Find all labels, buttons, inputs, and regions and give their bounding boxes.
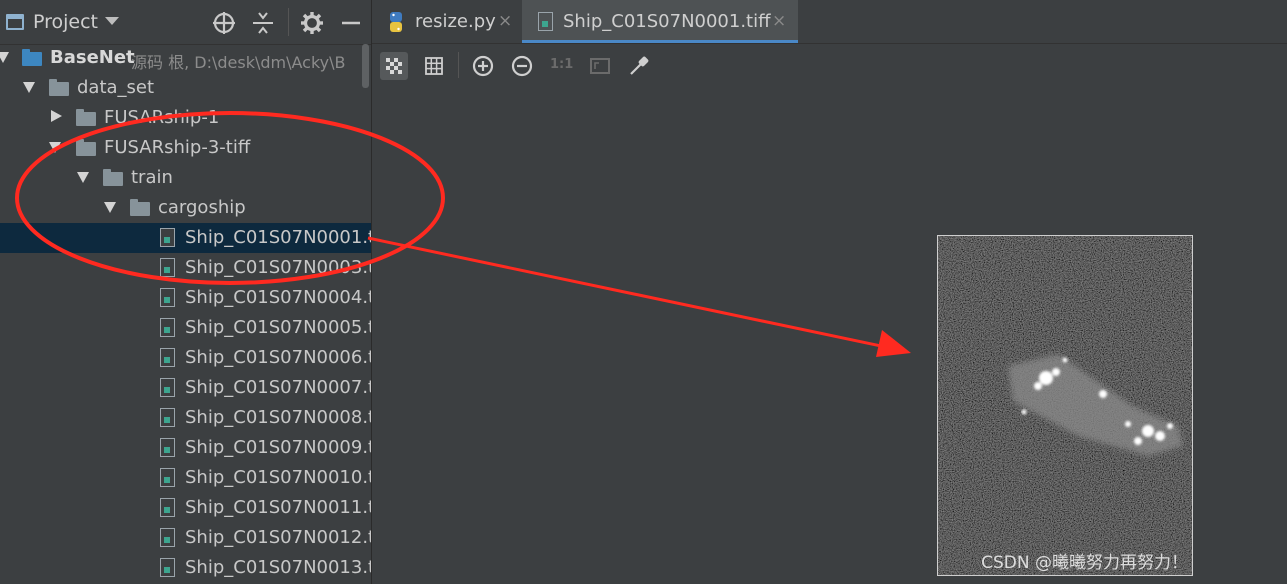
project-panel: Project BaseNet 源码 根, D:\desk\dm\Acky\B …	[0, 0, 372, 584]
folder-icon	[103, 169, 123, 186]
folder-icon	[76, 109, 96, 126]
editor-tab-bar: resize.py × Ship_C01S07N0001.tiff ×	[372, 0, 1287, 44]
tree-item-file[interactable]: Ship_C01S07N0007.ti	[0, 373, 371, 403]
tree-item-train[interactable]: train	[0, 163, 371, 193]
fit-zoom-icon[interactable]	[586, 52, 614, 80]
tree-item-label: cargoship	[158, 197, 246, 218]
image-file-icon	[538, 12, 553, 31]
image-file-icon	[160, 348, 175, 367]
image-file-icon	[160, 498, 175, 517]
tree-item-basenet[interactable]: BaseNet 源码 根, D:\desk\dm\Acky\B	[0, 43, 371, 73]
close-tab-icon[interactable]: ×	[772, 11, 786, 31]
tree-item-data-set[interactable]: data_set	[0, 73, 371, 103]
expand-arrow-icon[interactable]	[0, 52, 9, 63]
zoom-out-icon[interactable]	[508, 52, 536, 80]
tree-item-label: FUSARship-3-tiff	[104, 137, 251, 158]
tree-scrollbar[interactable]	[362, 44, 369, 88]
expand-arrow-icon[interactable]	[104, 202, 116, 213]
grid-icon[interactable]	[420, 52, 448, 80]
tree-item-file[interactable]: Ship_C01S07N0012.ti	[0, 523, 371, 553]
locate-target-icon[interactable]	[211, 10, 237, 36]
tree-item-file[interactable]: Ship_C01S07N0009.ti	[0, 433, 371, 463]
tree-item-label: Ship_C01S07N0004.ti	[185, 287, 372, 308]
folder-icon	[76, 139, 96, 156]
image-file-icon	[160, 558, 175, 577]
folder-icon	[49, 79, 69, 96]
sar-image-render	[938, 236, 1192, 575]
watermark-text: CSDN @曦曦努力再努力！	[981, 553, 1188, 573]
toolbar-separator	[458, 52, 459, 78]
collapse-all-icon[interactable]	[250, 10, 276, 36]
tree-item-fusarship-3-tiff[interactable]: FUSARship-3-tiff	[0, 133, 371, 163]
tree-item-label: Ship_C01S07N0010.ti	[185, 467, 372, 488]
tree-item-fusarship-1[interactable]: FUSARship-1	[0, 103, 371, 133]
tree-item-file[interactable]: Ship_C01S07N0008.ti	[0, 403, 371, 433]
tree-item-file[interactable]: Ship_C01S07N0013.ti	[0, 553, 371, 583]
tree-item-label: Ship_C01S07N0009.ti	[185, 437, 372, 458]
gear-icon[interactable]	[299, 10, 325, 36]
image-file-icon	[160, 318, 175, 337]
project-panel-header: Project	[0, 0, 371, 45]
source-root-path: 源码 根, D:\desk\dm\Acky\B	[131, 53, 346, 72]
tree-item-file[interactable]: Ship_C01S07N0004.ti	[0, 283, 371, 313]
expand-arrow-icon[interactable]	[77, 172, 89, 183]
image-file-icon	[160, 408, 175, 427]
tree-item-file[interactable]: Ship_C01S07N0010.ti	[0, 463, 371, 493]
tab-label: Ship_C01S07N0001.tiff	[563, 11, 771, 32]
tree-item-label: FUSARship-1	[104, 107, 220, 128]
tree-item-label: BaseNet	[50, 47, 135, 68]
image-canvas: CSDN @曦曦努力再努力！	[372, 86, 1287, 584]
tree-item-label: data_set	[77, 77, 155, 98]
project-panel-title[interactable]: Project	[33, 11, 98, 33]
chessboard-background-icon[interactable]	[380, 52, 408, 80]
tree-item-label: Ship_C01S07N0013.ti	[185, 557, 372, 578]
tree-item-file[interactable]: Ship_C01S07N0011.ti	[0, 493, 371, 523]
actual-size-icon[interactable]: 1:1	[550, 57, 573, 72]
tab-ship-tiff[interactable]: Ship_C01S07N0001.tiff ×	[522, 0, 798, 43]
image-file-icon	[160, 438, 175, 457]
image-file-icon	[160, 468, 175, 487]
tree-item-file[interactable]: Ship_C01S07N0003.ti	[0, 253, 371, 283]
tree-item-cargoship[interactable]: cargoship	[0, 193, 371, 223]
image-file-icon	[160, 228, 175, 247]
tree-item-label: Ship_C01S07N0003.ti	[185, 257, 372, 278]
root-folder-icon	[22, 49, 42, 66]
tree-item-file[interactable]: Ship_C01S07N0005.ti	[0, 313, 371, 343]
expand-arrow-icon[interactable]	[49, 142, 61, 153]
expand-arrow-icon[interactable]	[23, 82, 35, 93]
tree-item-label: train	[131, 167, 173, 188]
tab-label: resize.py	[415, 11, 496, 32]
project-view-icon[interactable]	[6, 14, 24, 30]
minimize-icon[interactable]	[338, 10, 364, 36]
close-tab-icon[interactable]: ×	[498, 11, 512, 31]
tree-item-label: Ship_C01S07N0007.ti	[185, 377, 372, 398]
tree-item-label: Ship_C01S07N0012.ti	[185, 527, 372, 548]
zoom-in-icon[interactable]	[469, 52, 497, 80]
tree-item-label: Ship_C01S07N0011.ti	[185, 497, 372, 518]
image-file-icon	[160, 378, 175, 397]
python-file-icon	[390, 12, 402, 32]
sar-ship-image: CSDN @曦曦努力再努力！	[937, 235, 1193, 576]
tree-item-label: Ship_C01S07N0001.ti	[185, 227, 372, 248]
image-file-icon	[160, 528, 175, 547]
image-viewer-toolbar: 1:1	[372, 44, 1287, 86]
tree-item-label: Ship_C01S07N0005.ti	[185, 317, 372, 338]
color-picker-icon[interactable]	[625, 52, 653, 80]
tree-item-label: Ship_C01S07N0006.ti	[185, 347, 372, 368]
folder-icon	[130, 199, 150, 216]
editor-area: resize.py × Ship_C01S07N0001.tiff × 1:1 …	[372, 0, 1287, 584]
tree-item-file[interactable]: Ship_C01S07N0006.ti	[0, 343, 371, 373]
image-file-icon	[160, 258, 175, 277]
tab-resize-py[interactable]: resize.py ×	[372, 0, 522, 43]
dropdown-caret-icon[interactable]	[105, 17, 119, 25]
header-separator	[288, 8, 289, 36]
collapse-arrow-icon[interactable]	[51, 110, 62, 122]
image-file-icon	[160, 288, 175, 307]
tree-item-label: Ship_C01S07N0008.ti	[185, 407, 372, 428]
tree-item-file-selected[interactable]: Ship_C01S07N0001.ti	[0, 223, 371, 253]
